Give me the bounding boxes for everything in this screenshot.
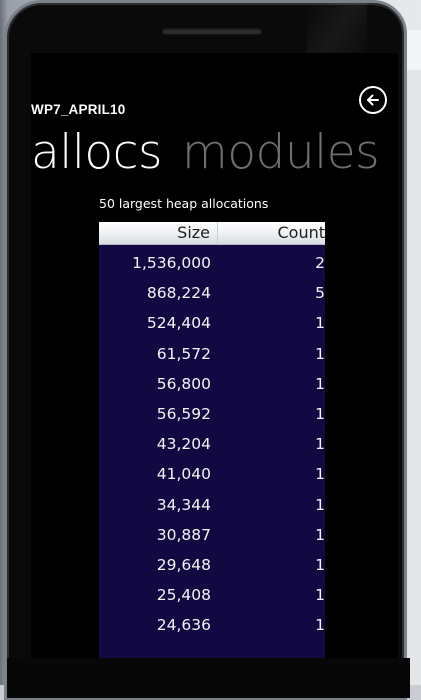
count-cell: 5 xyxy=(315,284,325,303)
app-title: WP7_APRIL10 xyxy=(31,102,126,117)
column-header-count[interactable]: Count xyxy=(218,222,325,244)
table-row[interactable]: 56,800 1 xyxy=(99,369,325,399)
table-row[interactable]: 56,592 1 xyxy=(99,399,325,429)
desktop-window-side xyxy=(406,70,421,685)
count-cell: 1 xyxy=(315,435,325,454)
size-cell: 56,800 xyxy=(156,374,211,393)
allocations-table[interactable]: 1,536,000 2 868,224 5 524,404 1 61,572 1… xyxy=(99,226,325,658)
table-row[interactable]: 1,536,000 2 xyxy=(99,248,325,278)
count-cell: 1 xyxy=(315,374,325,393)
count-cell: 1 xyxy=(315,525,325,544)
count-cell: 2 xyxy=(315,254,325,272)
table-row[interactable]: 24,636 1 xyxy=(99,610,325,640)
count-cell: 1 xyxy=(315,555,325,574)
column-header-size[interactable]: Size xyxy=(99,222,218,244)
table-row[interactable]: 868,224 5 xyxy=(99,278,325,308)
count-cell: 1 xyxy=(315,314,325,333)
back-button[interactable] xyxy=(359,86,387,114)
table-row[interactable]: 61,572 1 xyxy=(99,339,325,369)
size-cell: 56,592 xyxy=(156,404,211,423)
back-arrow-circle-icon xyxy=(367,94,379,106)
size-cell: 34,344 xyxy=(156,495,211,514)
size-cell: 25,408 xyxy=(156,586,211,605)
size-cell: 61,572 xyxy=(156,344,211,363)
table-row[interactable]: 41,040 1 xyxy=(99,459,325,489)
size-cell: 41,040 xyxy=(156,465,211,484)
table-row[interactable]: 30,887 1 xyxy=(99,520,325,550)
table-row[interactable]: 524,404 1 xyxy=(99,308,325,338)
size-cell: 24,636 xyxy=(156,616,211,635)
count-cell: 1 xyxy=(315,586,325,605)
count-cell: 1 xyxy=(315,465,325,484)
pivot-tab-allocs[interactable]: allocs xyxy=(31,123,163,183)
size-cell: 524,404 xyxy=(146,314,211,333)
table-row[interactable]: 43,204 1 xyxy=(99,429,325,459)
size-cell: 29,648 xyxy=(156,555,211,574)
size-cell: 43,204 xyxy=(156,435,211,454)
allocations-caption: 50 largest heap allocations xyxy=(99,196,269,211)
count-cell: 1 xyxy=(315,616,325,635)
size-cell: 868,224 xyxy=(146,284,211,303)
phone-bottom-bezel xyxy=(7,658,410,698)
count-cell: 1 xyxy=(315,344,325,363)
size-cell: 1,536,000 xyxy=(132,254,211,272)
count-cell: 1 xyxy=(315,404,325,423)
pivot-tab-modules[interactable]: modules xyxy=(182,123,380,183)
phone-screen: WP7_APRIL10 allocs modules 50 largest hea… xyxy=(31,53,398,658)
phone-emulator-frame: WP7_APRIL10 allocs modules 50 largest hea… xyxy=(4,0,410,700)
size-cell: 30,887 xyxy=(156,525,211,544)
table-row[interactable]: 29,648 1 xyxy=(99,550,325,580)
count-cell: 1 xyxy=(315,495,325,514)
phone-speaker xyxy=(162,28,262,34)
allocations-rows: 1,536,000 2 868,224 5 524,404 1 61,572 1… xyxy=(99,248,325,640)
table-row[interactable]: 34,344 1 xyxy=(99,490,325,520)
pivot-header: allocs modules xyxy=(31,123,398,183)
desktop-window-edge xyxy=(406,30,421,70)
allocations-table-header: Size Count xyxy=(99,222,325,245)
table-row[interactable]: 25,408 1 xyxy=(99,580,325,610)
